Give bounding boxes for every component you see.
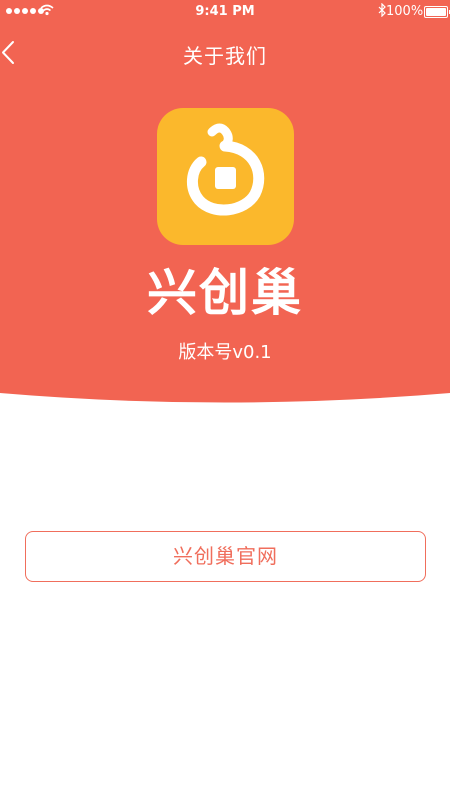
official-website-button[interactable]: 兴创巢官网	[25, 531, 426, 582]
bluetooth-icon	[378, 3, 386, 17]
battery-icon	[424, 6, 450, 18]
app-name: 兴创巢	[147, 264, 303, 322]
version-label: 版本号v0.1	[178, 342, 272, 363]
battery-percentage: 100%	[386, 4, 424, 19]
page-title: 关于我们	[183, 44, 267, 68]
app-logo-icon	[157, 108, 294, 245]
status-bar: 9:41 PM 100%	[0, 0, 450, 24]
header-hero: 9:41 PM 100% 关于我们 兴创巢 版本号v0.1	[0, 0, 450, 420]
